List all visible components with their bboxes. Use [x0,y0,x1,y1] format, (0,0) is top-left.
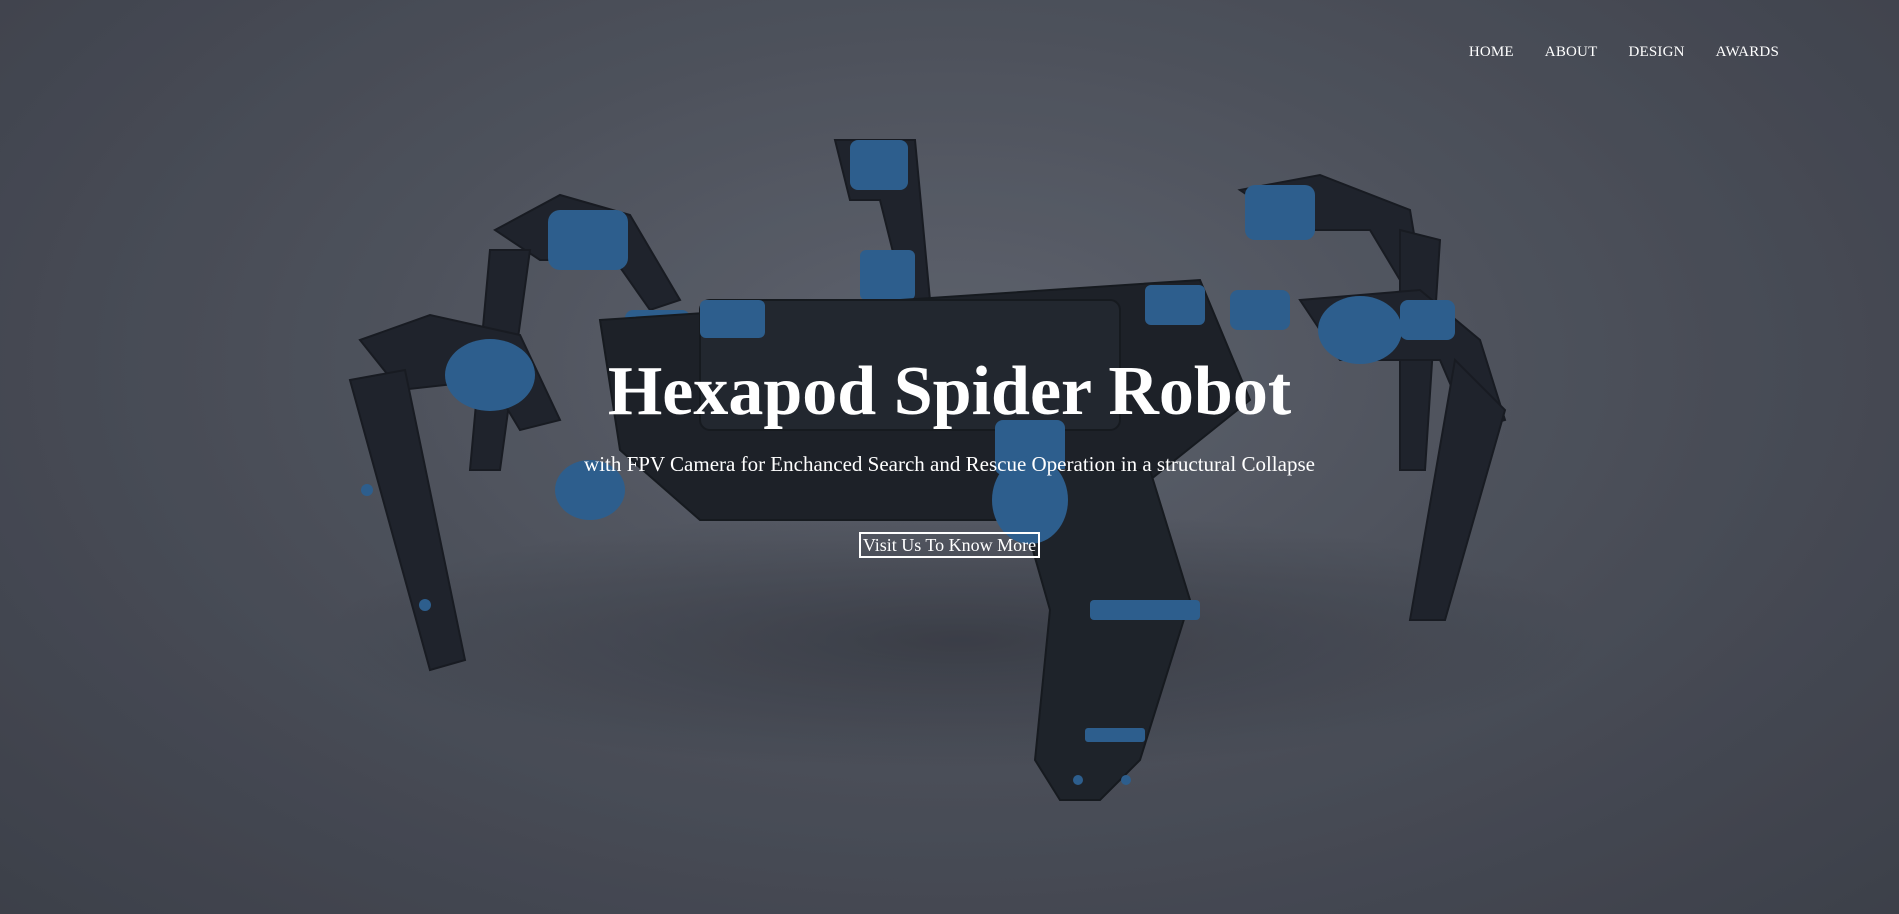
hero-section: HOME ABOUT DESIGN AWARDS Hexapod Spider … [0,0,1899,914]
nav-item-home[interactable]: HOME [1469,44,1514,61]
visit-us-button[interactable]: Visit Us To Know More [858,532,1041,558]
nav-item-about[interactable]: ABOUT [1545,44,1598,61]
top-navigation: HOME ABOUT DESIGN AWARDS [1469,44,1779,61]
nav-item-design[interactable]: DESIGN [1628,44,1684,61]
hero-subtitle: with FPV Camera for Enchanced Search and… [584,452,1315,476]
cta-container: Visit Us To Know More [0,532,1899,558]
hero-title: Hexapod Spider Robot [607,353,1292,430]
nav-item-awards[interactable]: AWARDS [1716,44,1779,61]
